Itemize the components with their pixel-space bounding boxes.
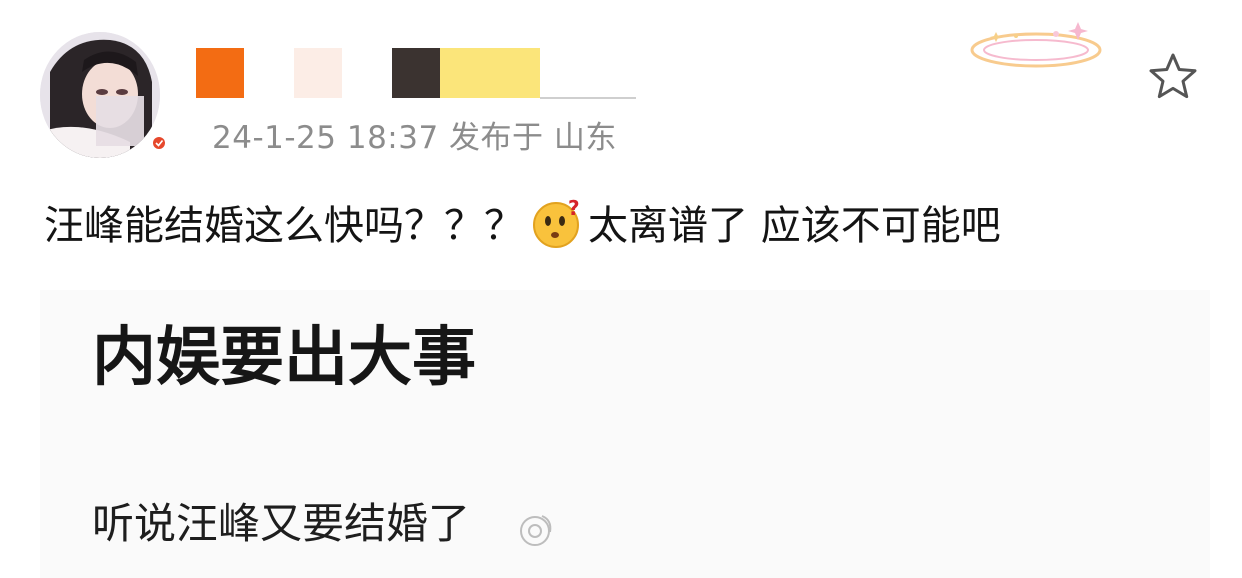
username-redaction-2 bbox=[294, 48, 342, 98]
post-text: 汪峰能结婚这么快吗？？？ ? 太离谱了 应该不可能吧 bbox=[44, 196, 1001, 256]
post-meta: 24-1-25 18:37 发布于 山东 bbox=[212, 120, 617, 156]
decorative-sticker-icon bbox=[970, 22, 1102, 68]
avatar[interactable] bbox=[40, 32, 160, 158]
username-redaction-3 bbox=[392, 48, 440, 98]
username-underline bbox=[540, 97, 636, 99]
username-redaction-1 bbox=[196, 48, 244, 98]
post-text-part-2: 太离谱了 应该不可能吧 bbox=[588, 203, 1001, 249]
attachment-headline: 内娱要出大事 bbox=[92, 321, 476, 395]
star-icon[interactable] bbox=[1146, 50, 1200, 104]
verified-badge-icon bbox=[153, 137, 165, 149]
watermark-icon bbox=[520, 515, 552, 546]
username-redaction-4 bbox=[440, 48, 540, 98]
post-text-part-1: 汪峰能结婚这么快吗？？？ bbox=[44, 203, 524, 249]
attachment-subline: 听说汪峰又要结婚了 bbox=[92, 499, 471, 548]
svg-text:?: ? bbox=[568, 197, 580, 220]
avatar-illustration bbox=[40, 32, 160, 158]
confused-emoji-icon: ? bbox=[533, 197, 580, 248]
